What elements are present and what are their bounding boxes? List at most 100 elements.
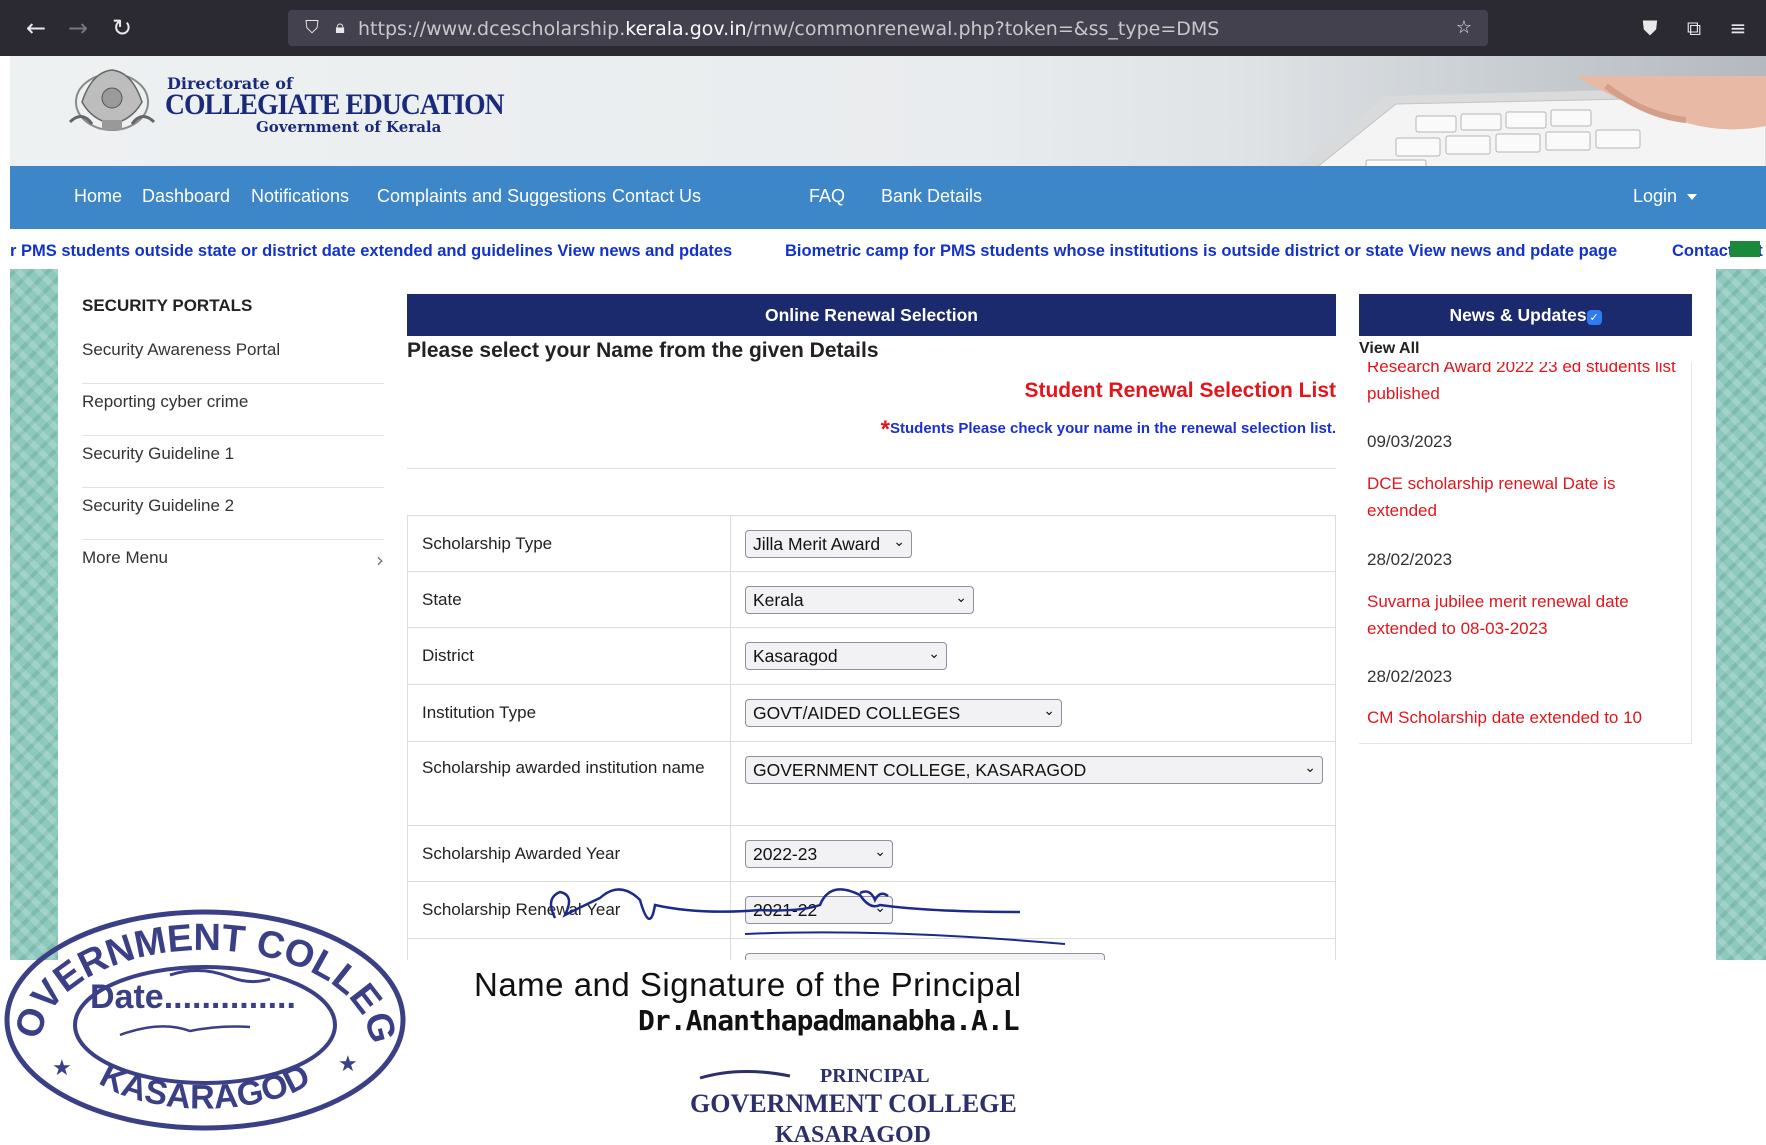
- note-text: Students Please check your name in the r…: [890, 420, 1336, 437]
- decorative-pattern-right: [1716, 269, 1766, 960]
- url-bar[interactable]: ⛉ 🔒︎ https://www.dcescholarship.kerala.g…: [288, 10, 1488, 46]
- news-title: News & Updates ✓: [1359, 294, 1692, 336]
- sidebar-item-guideline-1[interactable]: Security Guideline 1: [82, 436, 384, 488]
- field-label: Institution Type: [422, 703, 537, 722]
- main-nav: Home Dashboard Notifications Complaints …: [10, 166, 1766, 229]
- renewal-list-title: Student Renewal Selection List: [1024, 379, 1336, 402]
- check-name-note: *Students Please check your name in the …: [881, 416, 1336, 444]
- marquee-item[interactable]: Biometric camp for PMS students whose in…: [785, 242, 1617, 261]
- sidebar-item-more-menu[interactable]: More Menu ›: [82, 540, 384, 592]
- institution-type-select[interactable]: GOVT/AIDED COLLEGES ⌄: [745, 699, 1062, 727]
- signature-caption: Name and Signature of the Principal: [474, 966, 1022, 1003]
- select-value: 2021-22: [753, 900, 818, 920]
- login-dropdown[interactable]: Login: [1633, 186, 1698, 207]
- news-item-date: 28/02/2023: [1367, 667, 1453, 686]
- institution-name-select[interactable]: GOVERNMENT COLLEGE, KASARAGOD ⌄: [745, 756, 1323, 784]
- stamp-line-2: GOVERNMENT COLLEGE: [690, 1089, 1017, 1118]
- decorative-pattern-left: [10, 269, 58, 960]
- browser-toolbar: ← → ↻ ⛉ 🔒︎ https://www.dcescholarship.ke…: [0, 0, 1766, 56]
- news-item-text[interactable]: DCE scholarship renewal Date is extended: [1367, 470, 1677, 524]
- chevron-down-icon: ⌄: [874, 844, 886, 860]
- url-text[interactable]: https://www.dcescholarship.kerala.gov.in…: [358, 18, 1219, 40]
- check-badge-icon: ✓: [1586, 310, 1602, 325]
- lock-icon[interactable]: 🔒︎: [328, 16, 352, 40]
- forward-icon[interactable]: →: [64, 14, 92, 42]
- form-row-partial: [407, 939, 1336, 963]
- news-item-text[interactable]: CM Scholarship date extended to 10: [1367, 704, 1677, 731]
- field-label: Scholarship Renewal Year: [422, 900, 621, 919]
- bookmark-star-icon[interactable]: ☆: [1452, 16, 1476, 40]
- site-header: Directorate of COLLEGIATE EDUCATION Gove…: [10, 56, 1766, 166]
- form-row-state: State Kerala ⌄: [407, 572, 1336, 628]
- form-row-institution-name: Scholarship awarded institution name GOV…: [407, 742, 1336, 826]
- divider: [730, 882, 731, 938]
- renewal-year-select[interactable]: 2021-22 ⌄: [745, 896, 893, 924]
- field-label: Scholarship Type: [422, 534, 553, 553]
- star-icon: ★: [52, 1056, 72, 1081]
- form-row-scholarship-type: Scholarship Type Jilla Merit Award ⌄: [407, 515, 1336, 572]
- field-label: Scholarship awarded institution name: [422, 758, 705, 777]
- star-icon: ★: [338, 1052, 358, 1077]
- news-item-date: 28/02/2023: [1367, 550, 1453, 569]
- divider: [730, 826, 731, 881]
- divider: [730, 628, 731, 684]
- news-marquee: r PMS students outside state or district…: [10, 229, 1766, 269]
- select-value: Jilla Merit Award: [753, 534, 881, 554]
- scholarship-type-select[interactable]: Jilla Merit Award ⌄: [745, 530, 912, 558]
- nav-faq[interactable]: FAQ: [809, 186, 845, 207]
- state-select[interactable]: Kerala ⌄: [745, 586, 974, 614]
- keyboard-image: [1298, 76, 1766, 166]
- news-title-text: News & Updates: [1449, 305, 1587, 325]
- form-row-awarded-year: Scholarship Awarded Year 2022-23 ⌄: [407, 826, 1336, 882]
- nav-dashboard[interactable]: Dashboard: [142, 186, 230, 207]
- divider: [730, 572, 731, 627]
- divider: [730, 742, 731, 825]
- chevron-down-icon: ⌄: [893, 534, 905, 550]
- seal-text-bottom: KASARAGOD: [94, 1056, 316, 1116]
- principal-stamp: PRINCIPAL GOVERNMENT COLLEGE KASARAGOD: [690, 1065, 1017, 1145]
- field-label: State: [422, 590, 462, 609]
- seal-date: Date..............: [90, 978, 296, 1016]
- marquee-item[interactable]: r PMS students outside state or district…: [10, 242, 732, 261]
- back-icon[interactable]: ←: [22, 14, 50, 42]
- view-all-link[interactable]: View All: [1359, 340, 1419, 358]
- pocket-icon[interactable]: ⛊: [1636, 14, 1664, 42]
- select-value: Kasaragod: [753, 646, 838, 666]
- nav-contact[interactable]: Contact Us: [612, 186, 701, 207]
- nav-notifications[interactable]: Notifications: [251, 186, 349, 207]
- news-item-text[interactable]: Suvarna jubilee merit renewal date exten…: [1367, 588, 1677, 642]
- select-value: GOVT/AIDED COLLEGES: [753, 703, 961, 723]
- sidebar-item-reporting-cyber-crime[interactable]: Reporting cyber crime: [82, 384, 384, 436]
- chevron-down-icon: ⌄: [874, 900, 886, 916]
- divider: [730, 939, 731, 960]
- header-gov-kerala: Government of Kerala: [256, 118, 442, 136]
- caret-down-icon: [1687, 194, 1698, 201]
- divider: [730, 516, 731, 571]
- chevron-down-icon: ⌄: [1304, 760, 1316, 776]
- chevron-down-icon: ⌄: [955, 590, 967, 606]
- instruction-text: Please select your Name from the given D…: [407, 339, 879, 362]
- awarded-year-select[interactable]: 2022-23 ⌄: [745, 840, 893, 868]
- field-label: District: [422, 646, 474, 665]
- panel-title: Online Renewal Selection: [407, 294, 1336, 336]
- nav-bank-details[interactable]: Bank Details: [881, 186, 982, 207]
- stamp-line-1: PRINCIPAL: [820, 1065, 930, 1087]
- district-select[interactable]: Kasaragod ⌄: [745, 642, 947, 670]
- sidebar-item-guideline-2[interactable]: Security Guideline 2: [82, 488, 384, 540]
- news-item-date: 09/03/2023: [1367, 432, 1453, 451]
- nav-home[interactable]: Home: [74, 186, 122, 207]
- form-row-district: District Kasaragod ⌄: [407, 628, 1336, 685]
- nav-complaints[interactable]: Complaints and Suggestions: [377, 186, 606, 207]
- chevron-down-icon: ⌄: [1043, 703, 1055, 719]
- login-label: Login: [1633, 186, 1678, 206]
- reload-icon[interactable]: ↻: [108, 14, 136, 42]
- sidebar-item-security-awareness[interactable]: Security Awareness Portal: [82, 332, 384, 384]
- shield-icon[interactable]: ⛉: [300, 16, 324, 40]
- stamp-line-3: KASARAGOD: [775, 1122, 931, 1145]
- extensions-icon[interactable]: ⧉: [1680, 14, 1708, 42]
- news-item-text[interactable]: Research Award 2022 23 ed students list …: [1367, 362, 1677, 407]
- form-row-institution-type: Institution Type GOVT/AIDED COLLEGES ⌄: [407, 685, 1336, 742]
- menu-icon[interactable]: ≡: [1724, 14, 1752, 42]
- chevron-down-icon: ⌄: [928, 646, 940, 662]
- header-org-name: COLLEGIATE EDUCATION: [165, 88, 505, 121]
